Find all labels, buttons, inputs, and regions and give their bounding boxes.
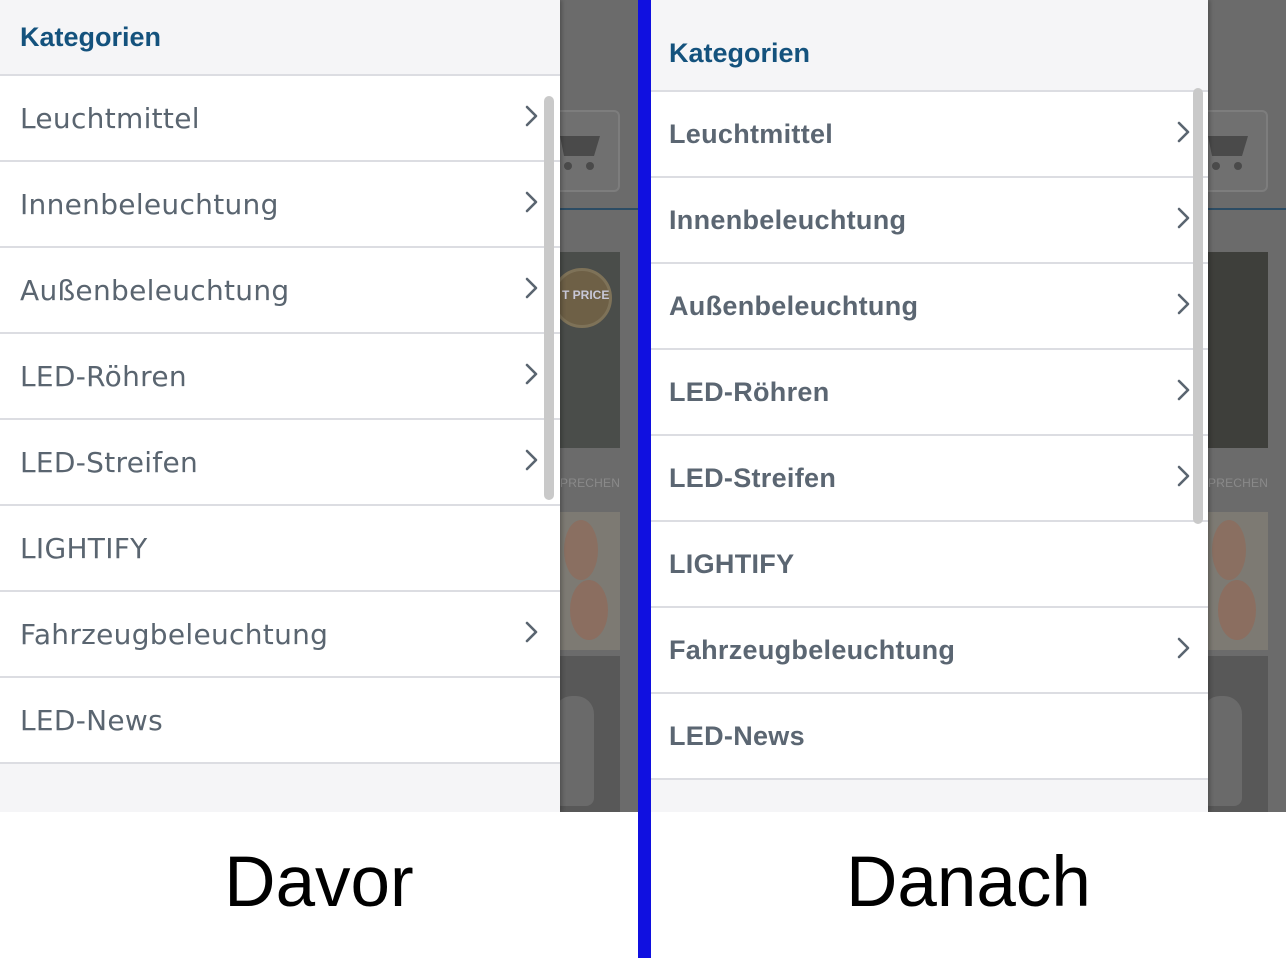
category-item-innenbeleuchtung[interactable]: Innenbeleuchtung [0,162,560,248]
category-label: LED-Röhren [20,359,187,393]
category-item-led-news[interactable]: LED-News [651,694,1208,780]
category-label: Leuchtmittel [20,101,200,135]
promo-banner-image[interactable] [1208,252,1268,448]
chevron-right-icon [525,191,538,213]
category-label: LIGHTIFY [669,548,795,579]
category-label: LED-News [20,703,164,737]
product-image[interactable] [1202,656,1268,812]
category-list: Leuchtmittel Innenbeleuchtung Außenbeleuch… [651,92,1208,780]
category-label: Leuchtmittel [669,118,834,149]
after-screenshot: PRECHEN Kategorien Leuchtmittel Innenbele… [651,0,1286,812]
category-item-lightify[interactable]: LIGHTIFY [651,522,1208,608]
category-item-fahrzeugbeleuchtung[interactable]: Fahrzeugbeleuchtung [0,592,560,678]
badge-text: T PRICE [562,288,610,302]
bulb-image [1202,696,1242,806]
category-item-lightify[interactable]: LIGHTIFY [0,506,560,592]
chevron-right-icon [1177,637,1190,659]
category-list: Leuchtmittel Innenbeleuchtung Außenbeleuch… [0,76,560,764]
menu-title: Kategorien [669,37,811,68]
category-label: Außenbeleuchtung [669,290,919,321]
comparison-divider [638,0,651,958]
category-label: LIGHTIFY [20,531,148,565]
category-item-aussenbeleuchtung[interactable]: Außenbeleuchtung [0,248,560,334]
chevron-right-icon [1177,121,1190,143]
bulb-image [554,696,594,806]
category-label: Außenbeleuchtung [20,273,290,307]
category-item-fahrzeugbeleuchtung[interactable]: Fahrzeugbeleuchtung [651,608,1208,694]
product-image[interactable] [554,656,620,812]
page-backdrop[interactable]: T PRICE PRECHEN [550,0,638,812]
category-item-led-news[interactable]: LED-News [0,678,560,764]
category-item-innenbeleuchtung[interactable]: Innenbeleuchtung [651,178,1208,264]
photo-figure [564,520,598,580]
category-label: Innenbeleuchtung [669,204,907,235]
chevron-right-icon [525,277,538,299]
category-label: Fahrzeugbeleuchtung [20,617,329,651]
shopping-cart-icon [1208,136,1248,170]
category-label: LED-Röhren [669,376,830,407]
shopping-cart-icon [560,136,600,170]
menu-scrollbar[interactable] [1193,88,1203,524]
photo-figure [1212,520,1246,580]
category-label: Innenbeleuchtung [20,187,279,221]
chevron-right-icon [1177,379,1190,401]
chevron-right-icon [525,621,538,643]
menu-header: Kategorien [0,0,560,76]
category-item-leuchtmittel[interactable]: Leuchtmittel [0,76,560,162]
teaser-photo[interactable] [560,512,620,650]
header-underline [1208,208,1286,210]
category-label: Fahrzeugbeleuchtung [669,634,956,665]
category-label: LED-News [669,720,805,751]
page-backdrop[interactable]: PRECHEN [1198,0,1286,812]
chevron-right-icon [1177,207,1190,229]
category-label: LED-Streifen [20,445,199,479]
menu-header: Kategorien [651,0,1208,92]
category-item-led-roehren[interactable]: LED-Röhren [651,350,1208,436]
menu-title: Kategorien [20,21,162,52]
promo-heading-fragment: PRECHEN [560,476,621,490]
category-offcanvas-menu: Kategorien Leuchtmittel Innenbeleuchtung A… [651,0,1208,812]
category-item-aussenbeleuchtung[interactable]: Außenbeleuchtung [651,264,1208,350]
teaser-photo[interactable] [1208,512,1268,650]
category-item-leuchtmittel[interactable]: Leuchtmittel [651,92,1208,178]
before-screenshot: T PRICE PRECHEN Kategorien Leuchtmittel I… [0,0,638,812]
promo-heading-fragment: PRECHEN [1208,476,1269,490]
photo-figure [570,580,608,640]
caption-before: Davor [224,843,414,922]
category-item-led-streifen[interactable]: LED-Streifen [651,436,1208,522]
category-item-led-roehren[interactable]: LED-Röhren [0,334,560,420]
chevron-right-icon [525,449,538,471]
chevron-right-icon [525,105,538,127]
category-offcanvas-menu: Kategorien Leuchtmittel Innenbeleuchtung A… [0,0,560,812]
photo-figure [1218,580,1256,640]
category-label: LED-Streifen [669,462,837,493]
header-underline [560,208,638,210]
chevron-right-icon [525,363,538,385]
promo-banner-image[interactable]: T PRICE [552,252,620,448]
chevron-right-icon [1177,293,1190,315]
category-item-led-streifen[interactable]: LED-Streifen [0,420,560,506]
caption-after: Danach [846,843,1091,922]
menu-scrollbar[interactable] [544,96,554,500]
chevron-right-icon [1177,465,1190,487]
